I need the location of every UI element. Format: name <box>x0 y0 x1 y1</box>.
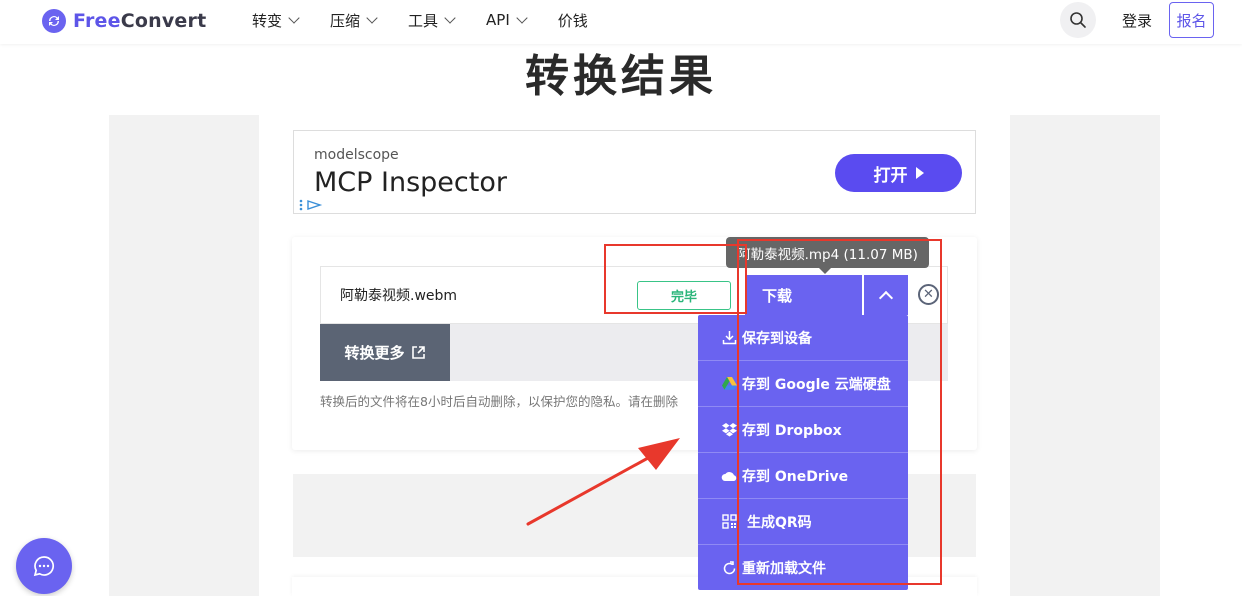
logo[interactable]: FreeConvert <box>42 9 206 33</box>
logo-sync-icon <box>42 9 66 33</box>
logo-text: FreeConvert <box>73 10 207 32</box>
nav-item-convert[interactable]: 转变 <box>252 10 300 31</box>
top-header: FreeConvert 转变 压缩 工具 API 价钱 登录 报名 <box>0 0 1242 44</box>
search-button[interactable] <box>1060 2 1096 38</box>
login-link[interactable]: 登录 <box>1122 10 1152 31</box>
page: FreeConvert 转变 压缩 工具 API 价钱 登录 报名 转换结果 m… <box>0 0 1242 596</box>
main-nav: 转变 压缩 工具 API 价钱 <box>252 0 588 40</box>
search-icon <box>1070 12 1086 28</box>
nav-item-api[interactable]: API <box>486 11 528 29</box>
left-side-panel <box>109 115 259 596</box>
file-name: 阿勒泰视频.webm <box>340 288 458 304</box>
nav-item-pricing[interactable]: 价钱 <box>558 10 588 31</box>
nav-item-tools[interactable]: 工具 <box>408 10 456 31</box>
signup-button[interactable]: 报名 <box>1169 2 1214 38</box>
annotation-arrow <box>526 438 680 526</box>
chat-button[interactable] <box>16 538 72 594</box>
ad-brand: modelscope <box>314 147 399 163</box>
chevron-down-icon <box>444 12 456 24</box>
ad-banner[interactable]: modelscope MCP Inspector 打开 <box>293 130 976 214</box>
play-icon <box>915 167 924 179</box>
chat-bubble-icon <box>33 556 55 577</box>
ad-title: MCP Inspector <box>314 167 507 198</box>
nav-item-compress[interactable]: 压缩 <box>330 10 378 31</box>
chevron-down-icon <box>288 12 300 24</box>
privacy-note: 转换后的文件将在8小时后自动删除，以保护您的隐私。请在删除 <box>320 394 678 409</box>
convert-more-button[interactable]: 转换更多 <box>320 324 450 381</box>
chevron-down-icon <box>366 12 378 24</box>
ad-open-button[interactable]: 打开 <box>835 154 962 192</box>
annotation-box-status <box>604 244 747 314</box>
right-side-panel <box>1010 115 1160 596</box>
page-title: 转换结果 <box>525 51 717 102</box>
external-link-icon <box>411 346 425 359</box>
ad-choices-icon[interactable] <box>298 199 324 211</box>
chevron-down-icon <box>516 12 528 24</box>
annotation-box-menu <box>737 239 942 585</box>
